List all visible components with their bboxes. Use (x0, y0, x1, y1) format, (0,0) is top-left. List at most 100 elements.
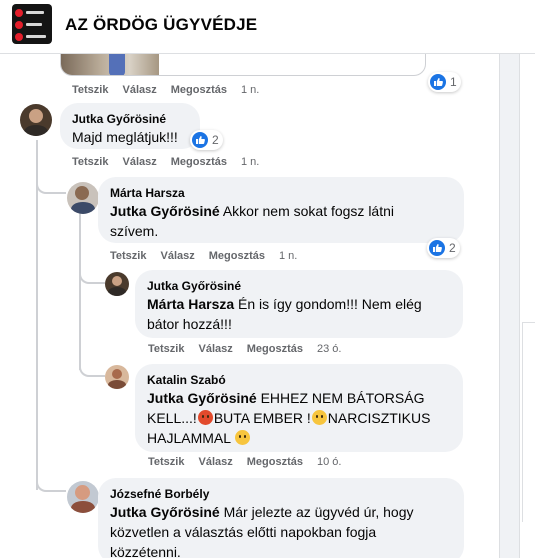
right-column-card (522, 322, 535, 522)
mention-link[interactable]: Jutka Győrösiné (110, 203, 220, 219)
comment-actions: Tetszik Válasz Megosztás 1 n. (72, 84, 273, 96)
comment-text-line: KELL...! (147, 410, 197, 426)
sad-face-emoji (311, 410, 327, 425)
comment-timestamp[interactable]: 1 n. (279, 250, 297, 262)
group-title[interactable]: AZ ÖRDÖG ÜGYVÉDJE (65, 15, 257, 35)
comment-text: Jutka Győrösiné Már jelezte az ügyvéd úr… (110, 502, 452, 558)
thread-connector (79, 355, 105, 377)
comment-author[interactable]: Márta Harsza (110, 185, 452, 201)
comment-timestamp[interactable]: 23 ó. (317, 343, 341, 355)
comment-actions: Tetszik Válasz Megosztás 23 ó. (148, 343, 355, 355)
angry-face-emoji (197, 410, 213, 425)
reaction-summary[interactable]: 2 (427, 238, 460, 258)
avatar-head (75, 485, 90, 500)
avatar-body (71, 202, 95, 214)
thumb-red-dot-icon (15, 21, 23, 29)
avatar[interactable] (105, 272, 129, 296)
comment-actions: Tetszik Válasz Megosztás 1 n. (110, 250, 311, 262)
like-action[interactable]: Tetszik (148, 343, 184, 355)
avatar-body (24, 125, 48, 136)
avatar-body (71, 501, 95, 513)
reaction-count: 2 (212, 133, 219, 147)
thread-connector (36, 170, 66, 194)
comment-text-line: Akkor nem sokat fogsz látni (219, 203, 395, 219)
comment-text: Jutka Győrösiné Akkor nem sokat fogsz lá… (110, 201, 452, 241)
share-action[interactable]: Megosztás (171, 156, 227, 168)
reply-action[interactable]: Válasz (198, 456, 232, 468)
thread-connector (79, 262, 105, 284)
comment-author[interactable]: Katalin Szabó (147, 372, 451, 388)
avatar-head (112, 369, 122, 379)
comment-author[interactable]: Józsefné Borbély (110, 486, 452, 502)
share-action[interactable]: Megosztás (209, 250, 265, 262)
comment-actions: Tetszik Válasz Megosztás 10 ó. (148, 456, 355, 468)
thumbs-up-icon (192, 132, 208, 148)
reaction-summary[interactable]: 2 (190, 130, 223, 150)
thread-connector (36, 468, 66, 492)
comment-text-line: szívem. (110, 223, 159, 239)
like-action[interactable]: Tetszik (148, 456, 184, 468)
group-header: AZ ÖRDÖG ÜGYVÉDJE (0, 0, 535, 54)
comment-actions: Tetszik Válasz Megosztás 1 n. (72, 156, 273, 168)
comment-bubble: Józsefné Borbély Jutka Győrösiné Már jel… (98, 478, 464, 558)
reply-action[interactable]: Válasz (198, 343, 232, 355)
reply-action[interactable]: Válasz (122, 84, 156, 96)
comment-bubble: Katalin Szabó Jutka Győrösiné EHHEZ NEM … (135, 364, 463, 452)
comment-bubble: Márta Harsza Jutka Győrösiné Akkor nem s… (98, 177, 464, 243)
image-detail (109, 54, 125, 75)
share-action[interactable]: Megosztás (247, 343, 303, 355)
share-action[interactable]: Megosztás (171, 84, 227, 96)
thread-line (36, 140, 38, 490)
like-action[interactable]: Tetszik (110, 250, 146, 262)
avatar[interactable] (67, 481, 99, 513)
comment-text: Jutka Győrösiné EHHEZ NEM BÁTORSÁG KELL..… (147, 388, 451, 448)
grinning-face-emoji (235, 430, 251, 445)
avatar-head (75, 186, 89, 200)
avatar[interactable] (67, 182, 99, 214)
comment-text-line: Én is így gondom!!! Nem elég (234, 296, 422, 312)
comment-author[interactable]: Jutka Győrösiné (72, 111, 188, 127)
avatar[interactable] (20, 104, 52, 136)
group-cover-thumbnail[interactable] (12, 4, 52, 44)
avatar-body (108, 287, 126, 296)
comment-text: Márta Harsza Én is így gondom!!! Nem elé… (147, 294, 451, 334)
avatar-head (112, 276, 122, 286)
like-action[interactable]: Tetszik (72, 156, 108, 168)
comment-timestamp[interactable]: 10 ó. (317, 456, 341, 468)
mention-link[interactable]: Jutka Győrösiné (110, 504, 220, 520)
mention-link[interactable]: Márta Harsza (147, 296, 234, 312)
thread-line (79, 210, 81, 370)
comment-text-line: EHHEZ NEM BÁTORSÁG (256, 390, 425, 406)
thumbs-up-icon (430, 74, 446, 90)
comment-text-line: közzétenni. (110, 544, 181, 558)
thumb-line (26, 11, 44, 14)
comment-bubble: Jutka Győrösiné Majd meglátjuk!!! (60, 103, 200, 149)
comment-text-line: HAJLAMMAL (147, 430, 231, 446)
comment-text-line: Már jelezte az ügyvéd úr, hogy (219, 504, 414, 520)
comment-timestamp[interactable]: 1 n. (241, 84, 259, 96)
previous-comment-image[interactable] (60, 54, 426, 76)
reply-action[interactable]: Válasz (160, 250, 194, 262)
avatar[interactable] (105, 365, 129, 389)
comment-timestamp[interactable]: 1 n. (241, 156, 259, 168)
comment-bubble: Jutka Győrösiné Márta Harsza Én is így g… (135, 270, 463, 338)
thumb-red-dot-icon (15, 33, 23, 41)
reply-action[interactable]: Válasz (122, 156, 156, 168)
thumb-red-dot-icon (15, 9, 23, 17)
comment-text-line: közvetlen a választás előtti napokban fo… (110, 524, 377, 540)
comment-author[interactable]: Jutka Győrösiné (147, 278, 451, 294)
reaction-count: 1 (450, 75, 457, 89)
comment-text-line: bátor hozzá!!! (147, 316, 232, 332)
avatar-body (108, 380, 126, 389)
reaction-count: 2 (449, 241, 456, 255)
thumb-line (26, 35, 46, 38)
comment-text-line: BUTA EMBER ! (213, 410, 311, 426)
like-action[interactable]: Tetszik (72, 84, 108, 96)
avatar-head (29, 109, 43, 123)
thumb-line (26, 23, 42, 26)
share-action[interactable]: Megosztás (247, 456, 303, 468)
mention-link[interactable]: Jutka Győrösiné (147, 390, 257, 406)
comment-text: Majd meglátjuk!!! (72, 129, 178, 145)
reaction-summary[interactable]: 1 (428, 72, 461, 92)
comment-text-line: NARCISZTIKUS (327, 410, 431, 426)
